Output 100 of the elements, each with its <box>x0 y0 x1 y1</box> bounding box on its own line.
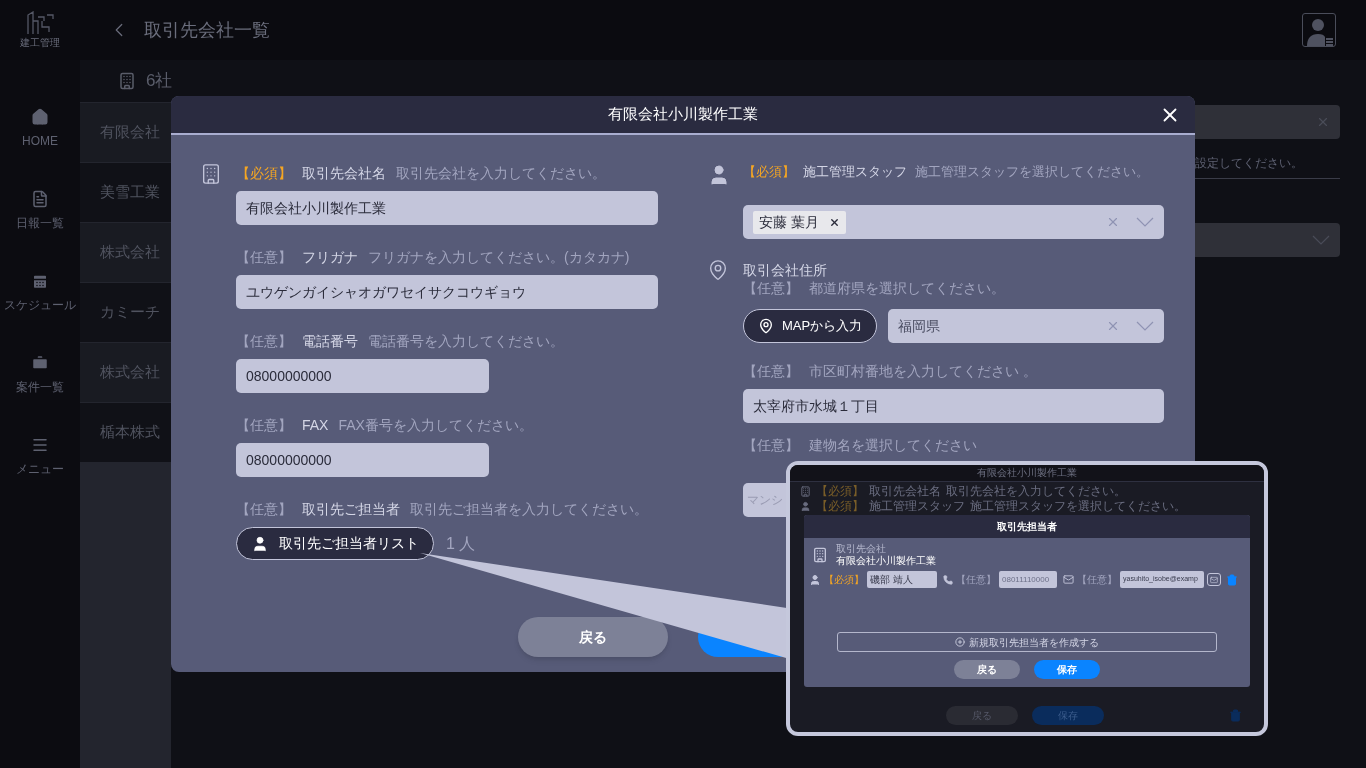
trash-icon <box>1229 709 1242 722</box>
user-menu-icon <box>1304 16 1334 46</box>
field-hint: 取引先ご担当者を入力してください。 <box>410 501 648 517</box>
field-hint: 取引先会社を入力してください。 <box>396 165 606 181</box>
dim-hint: 施工管理スタッフを選択してくださ い。 <box>970 499 1186 514</box>
sidebar-item[interactable]: スケジュール <box>4 272 76 314</box>
field-label: フリガナ <box>302 249 358 265</box>
requirement-label: 【任意】 <box>236 249 292 265</box>
requirement-label: 【任意】 <box>956 573 996 587</box>
sidebar-item[interactable]: メニュー <box>16 436 64 478</box>
text-field[interactable]: 太宰府市水城１丁目 <box>743 389 1164 423</box>
person-icon <box>800 501 811 512</box>
user-avatar-button[interactable] <box>1302 13 1336 47</box>
company-row[interactable]: 有限会社 <box>80 103 171 162</box>
requirement-label: 【任意】 <box>743 363 799 379</box>
clear-icon <box>1316 115 1330 129</box>
requirement-label: 【任意】 <box>236 417 292 433</box>
person-icon <box>251 534 269 553</box>
requirement-label: 【必須】 <box>236 165 292 181</box>
map-input-button[interactable]: MAPから入力 <box>743 309 877 343</box>
chevron-down-icon <box>1312 235 1330 245</box>
chevron-down-icon[interactable] <box>1136 217 1154 227</box>
company-caption: 取引先会社 <box>836 543 887 555</box>
company-row[interactable]: 株式会社 <box>80 343 171 402</box>
staff-chip: 安藤 葉月 <box>753 210 846 234</box>
section-title: 取引会社住所 <box>743 261 828 279</box>
contact-count: 1 人 <box>446 533 476 554</box>
text-field[interactable]: ユウゲンガイシャオガワセイサクコウギョウ <box>236 275 658 309</box>
sidebar-item[interactable]: 案件一覧 <box>16 354 64 396</box>
field-label: 取引先会社名 <box>302 165 386 181</box>
requirement-label: 【任意】 <box>1077 573 1117 587</box>
dim-requirement-label: 【必須】 <box>816 484 864 499</box>
save-button[interactable]: 保存 <box>1034 660 1100 679</box>
dim-hint: 取引先会社を入力してください。 <box>946 484 1126 499</box>
clear-icon[interactable] <box>1106 319 1120 333</box>
logo-icon <box>25 10 55 35</box>
remove-icon[interactable] <box>828 216 840 228</box>
field-hint: 施工管理スタッフを選択してください。 <box>915 164 1149 179</box>
company-name: 有限会社小川製作工業 <box>836 555 936 567</box>
select-value: 福岡県 <box>898 316 940 336</box>
prefecture-select[interactable]: 福岡県 <box>888 309 1164 343</box>
company-row[interactable]: 株式会社 <box>80 223 171 282</box>
back-button[interactable]: 戻る <box>954 660 1020 679</box>
plus-circle-icon <box>955 637 965 647</box>
field-hint: 建物名を選択してください <box>809 437 977 453</box>
building-icon <box>800 486 811 497</box>
text-field[interactable]: 有限会社小川製作工業 <box>236 191 658 225</box>
company-row[interactable]: 美雪工業 <box>80 163 171 222</box>
phone-field[interactable]: 08011110000 <box>999 571 1057 588</box>
company-count: 6社 <box>146 70 173 93</box>
requirement-label: 【任意】 <box>236 333 292 349</box>
dim-label: 施工管理スタッフ <box>869 499 965 514</box>
building-icon <box>812 547 828 563</box>
briefcase-icon <box>31 354 49 372</box>
dim-modal-title: 有限会社小川製作工業 <box>977 468 1077 478</box>
field-label: 取引先ご担当者 <box>302 501 400 517</box>
text-field[interactable]: 08000000000 <box>236 443 489 477</box>
field-label: FAX <box>302 417 329 433</box>
back-button[interactable]: 戻る <box>518 617 668 657</box>
building-icon <box>200 163 222 185</box>
company-row[interactable]: カミーチ <box>80 283 171 342</box>
home-icon <box>31 108 49 126</box>
field-hint: 設定してください。 <box>1195 155 1304 172</box>
field-hint: 電話番号を入力してください。 <box>368 333 564 349</box>
page-title: 取引先会社一覧 <box>144 18 270 42</box>
dim-requirement-label: 【必須】 <box>816 499 864 514</box>
field-hint: 都道府県を選択してください。 <box>809 280 1005 296</box>
modal-title: 有限会社小川製作工業 <box>608 104 758 125</box>
name-field[interactable]: 磯部 靖人 <box>867 571 937 588</box>
requirement-label: 【任意】 <box>743 280 799 296</box>
text-field[interactable]: 08000000000 <box>236 359 489 393</box>
field-hint: FAX番号を入力してください。 <box>338 417 533 433</box>
mail-icon <box>1063 574 1074 585</box>
field-hint: 市区町村番地を入力してください 。 <box>809 363 1037 379</box>
dialog-title: 取引先担当者 <box>997 520 1057 534</box>
document-icon <box>31 190 49 208</box>
clear-icon[interactable] <box>1106 215 1120 229</box>
location-pin-icon <box>707 259 729 281</box>
create-contact-button[interactable]: 新規取引先担当者を作成する <box>837 632 1217 652</box>
sidebar-item[interactable]: HOME <box>22 108 58 150</box>
requirement-label: 【必須】 <box>824 573 864 587</box>
building-icon <box>118 72 136 90</box>
field-hint: フリガナを入力してください。(カタカナ) <box>368 249 630 265</box>
mail-icon <box>1210 575 1218 584</box>
requirement-label: 【任意】 <box>236 501 292 517</box>
phone-icon <box>943 574 953 585</box>
send-mail-button[interactable] <box>1207 573 1221 586</box>
chevron-down-icon[interactable] <box>1136 321 1154 331</box>
person-icon <box>809 573 821 586</box>
dim-label: 取引先会社名 <box>869 484 941 499</box>
requirement-label: 【任意】 <box>743 437 799 453</box>
menu-icon <box>31 436 49 454</box>
staff-select[interactable]: 安藤 葉月 <box>743 205 1164 239</box>
requirement-label: 【必須】 <box>743 164 795 179</box>
sidebar-item[interactable]: 日報一覧 <box>16 190 64 232</box>
trash-icon[interactable] <box>1226 573 1238 586</box>
field-label: 電話番号 <box>302 333 358 349</box>
contact-list-button[interactable]: 取引先ご担当者リスト <box>236 527 434 560</box>
company-row[interactable]: 楯本株式 <box>80 403 171 462</box>
location-pin-icon <box>757 318 774 334</box>
